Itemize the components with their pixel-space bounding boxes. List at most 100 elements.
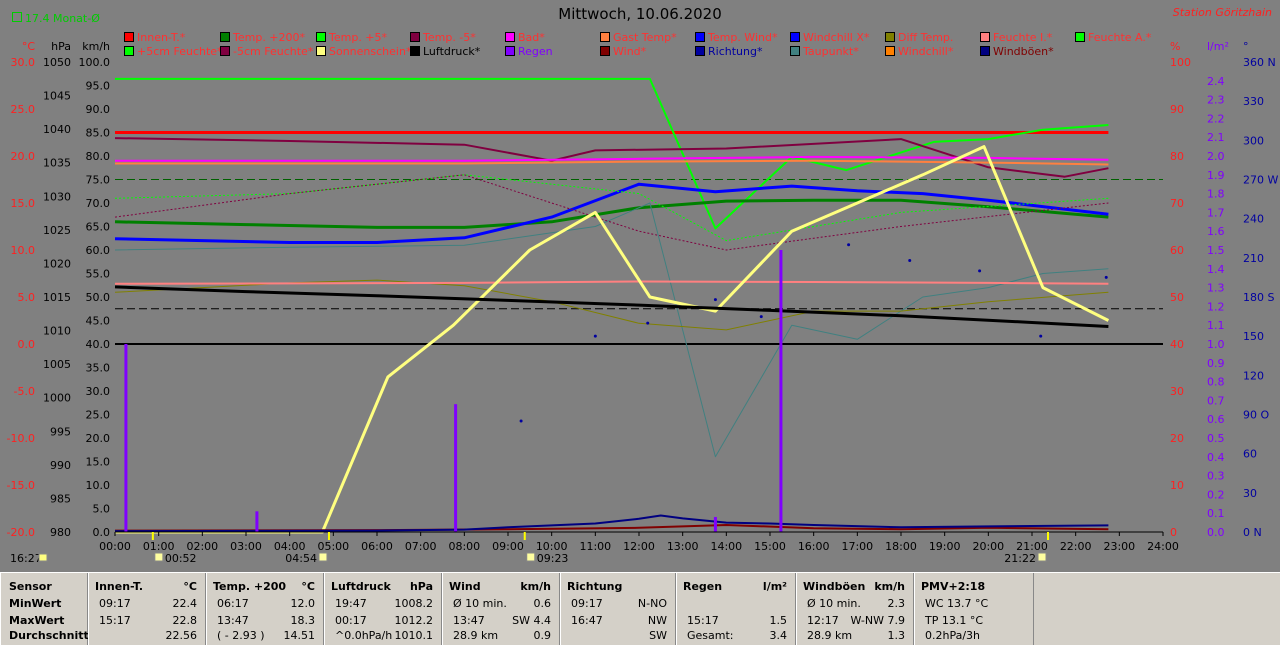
temp-axis-tick-label: 10.0 [11,244,36,257]
direction-point [519,419,523,423]
rain-axis-tick-label: 1.9 [1207,169,1225,182]
rain-axis-tick-label: 1.0 [1207,338,1225,351]
pressure-axis-tick-label: 985 [50,492,71,505]
legend-swatch [316,46,326,56]
pressure-axis-tick-label: 1025 [43,224,71,237]
legend-label: Wind* [613,45,647,58]
legend-swatch [316,32,326,42]
wind-axis-tick-label: 20.0 [86,432,111,445]
direction-point [759,315,763,319]
rain-axis-tick-label: 0.5 [1207,432,1225,445]
direction-points [519,243,1108,423]
direction-axis-tick-label: 210 [1243,252,1264,265]
wind-axis-tick-label: 35.0 [86,362,111,375]
rain-axis-tick-label: 0.0 [1207,526,1225,539]
pressure-axis-tick-label: 1050 [43,56,71,69]
legend-item: Regen [505,45,553,59]
pressure-axis-tick-label: 1000 [43,392,71,405]
pressure-axis-tick-label: 1040 [43,123,71,136]
legend-item: Temp. Wind* [695,31,777,45]
rain-axis-tick-label: 0.9 [1207,357,1225,370]
direction-point [1104,275,1108,279]
legend-label: Windböen* [993,45,1054,58]
wind-axis-tick-label: 0.0 [93,526,111,539]
legend-item: Feuchte A.* [1075,31,1151,45]
summary-row-label: Sensor [9,580,52,593]
x-tick-label: 11:00 [579,540,611,553]
summary-column-unit: l/m² [762,580,787,593]
legend-swatch [505,32,515,42]
rain-axis-tick-label: 0.8 [1207,376,1225,389]
direction-point [847,243,851,247]
sunset-prev-label: 16:27 [10,552,42,565]
wind-axis-tick-label: 40.0 [86,338,111,351]
summary-cell-label: 09:17 [571,597,603,610]
wind-axis-tick-label: 50.0 [86,291,111,304]
pressure-axis-tick-label: 995 [50,425,71,438]
wind-axis-tick-label: 30.0 [86,385,111,398]
summary-cell-value: 3.4 [769,629,788,642]
wind-axis-tick-label: 75.0 [86,174,111,187]
legend-label: Bad* [518,31,545,44]
legend-label: Windchill X* [803,31,870,44]
rain-axis-tick-label: 2.0 [1207,150,1225,163]
legend-item: Taupunkt* [790,45,859,59]
legend-item: Diff Temp. [885,31,953,45]
summary-column-title: Temp. +200 [213,580,287,593]
rain-axis-tick-label: 2.3 [1207,94,1225,107]
rain-axis-tick-label: 1.6 [1207,225,1225,238]
legend-label: Luftdruck* [423,45,481,58]
summary-column-title: PMV+2:18 [921,580,986,593]
summary-cell-label: 15:17 [687,614,719,627]
summary-cell-value: 2.3 [887,597,906,610]
wind-axis-tick-label: 70.0 [86,197,111,210]
legend-swatch [885,32,895,42]
rain-axis-tick-label: 2.1 [1207,131,1225,144]
rain-axis-tick-label: 0.1 [1207,507,1225,520]
summary-cell-label: 12:17 [807,614,839,627]
direction-axis-tick-label: 330 [1243,95,1264,108]
legend-item: -5cm Feuchte* [220,45,313,59]
legend-item: Windböen* [980,45,1054,59]
sunrise-icon [318,552,328,562]
summary-column-title: Richtung [567,580,623,593]
legend-label: Sonnenschein* [329,45,412,58]
direction-axis-tick-label: 270 W [1243,174,1278,187]
wind-axis-unit: km/h [82,40,110,53]
pressure-axis-tick-label: 1005 [43,358,71,371]
x-tick-label: 07:00 [405,540,437,553]
summary-cell-value: 22.56 [165,629,198,642]
x-tick-label: 05:00 [317,540,349,553]
summary-cell-label: ^0.0hPa/h [335,629,393,642]
legend-label: Diff Temp. [898,31,954,44]
axes: 00:00 01:00 02:00 03:00 04:00 05:00 06:00 07:00… [7,40,1279,565]
pressure-axis-tick-label: 1035 [43,157,71,170]
legend-label: Temp. Wind* [708,31,778,44]
summary-cell-value: N-NO [637,597,667,610]
series-line [114,285,1109,328]
summary-column: Windböen km/h Ø 10 min. 2.3 12:17 W-NW 7.9 28.… [796,573,914,645]
summary-column-title: Wind [449,580,481,593]
moonset-label: 09:23 [537,552,569,565]
summary-cell-label: 15:17 [99,614,131,627]
pressure-axis-tick-label: 980 [50,526,71,539]
summary-column: Richtung 09:17 N-NO 16:47 NW SW [560,573,676,645]
legend-item: +5cm Feuchte* [124,45,223,59]
sunset-label: 21:22 [1004,552,1036,565]
summary-cell-value: 14.51 [283,629,316,642]
x-tick-label: 16:00 [798,540,830,553]
sunrise-label: 04:54 [285,552,317,565]
direction-point [713,298,717,302]
rain-axis-unit: l/m² [1207,40,1229,53]
summary-column: Regen l/m² 15:17 1.5 Gesamt: 3.4 [676,573,796,645]
summary-row-label: MinWert [9,597,62,610]
direction-point [1039,334,1043,338]
legend-item: Bad* [505,31,545,45]
moonrise-label: 00:52 [165,552,197,565]
x-tick-label: 20:00 [972,540,1004,553]
summary-cell-value: 1.3 [887,629,906,642]
summary-cell-label: 13:47 [453,614,485,627]
summary-cell-label: 28.9 km [453,629,499,642]
legend-label: Innen-T.* [137,31,186,44]
summary-cell-value: 18.3 [290,614,316,627]
